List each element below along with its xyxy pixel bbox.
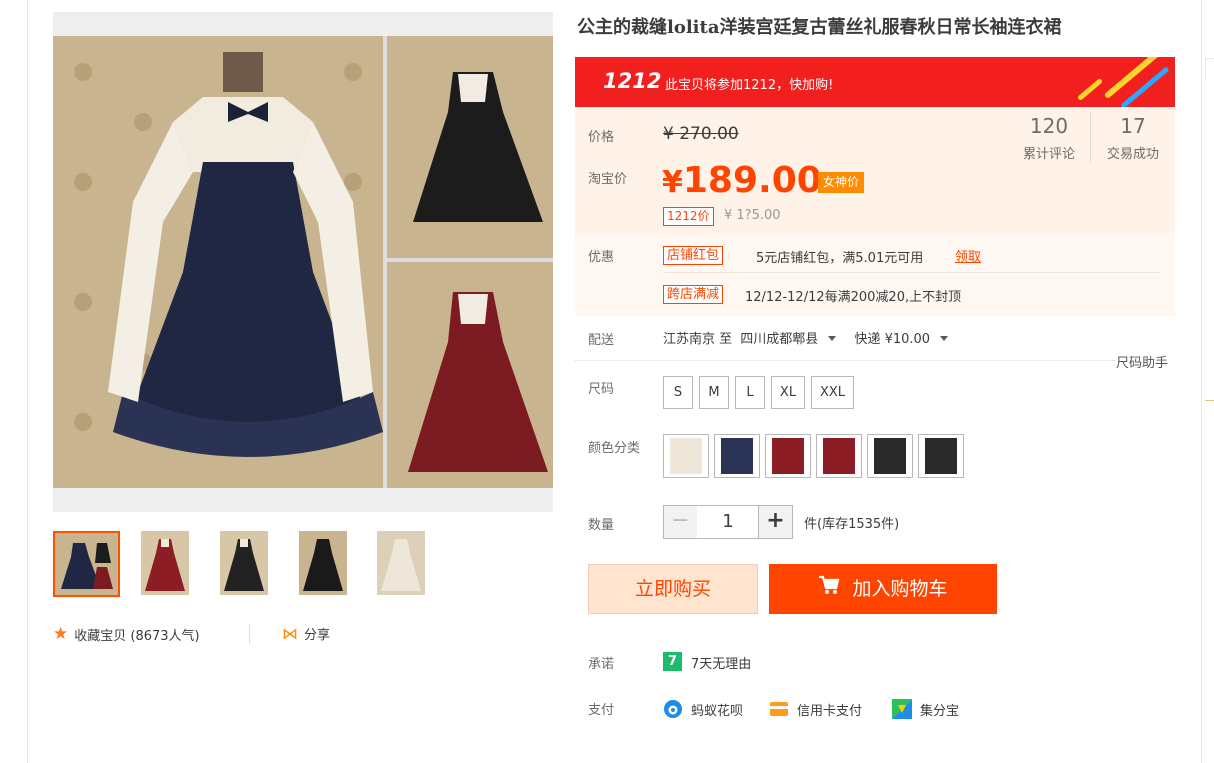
payment-credit-card-label: 信用卡支付 <box>797 703 863 719</box>
thumbnail-1[interactable] <box>53 531 120 597</box>
payment-credit-card[interactable]: 信用卡支付 <box>769 699 862 719</box>
seven-day-return-icon: 7 <box>663 652 682 671</box>
cross-store-tag: 跨店满减 <box>663 285 724 304</box>
payment-jifenbao[interactable]: 集分宝 <box>892 699 959 719</box>
coupon-tag: 店铺红包 <box>663 246 724 265</box>
thumbnail-5[interactable] <box>377 531 444 597</box>
currency-symbol: ¥ <box>662 165 683 200</box>
page-border-left <box>27 0 28 763</box>
share-icon: ⋈ <box>282 624 298 643</box>
quantity-label: 数量 <box>588 518 615 533</box>
color-option-2[interactable] <box>714 434 760 478</box>
dotted-divider <box>575 360 1115 361</box>
quantity-increase-button[interactable]: + <box>758 505 793 539</box>
color-option-4[interactable] <box>816 434 862 478</box>
color-swatch <box>925 438 957 474</box>
banner-decoration <box>1076 77 1104 102</box>
current-price: ¥189.00 <box>662 160 822 201</box>
main-product-image[interactable] <box>53 12 553 512</box>
quantity-input[interactable]: 1 <box>697 505 759 539</box>
side-panel-edge-accent <box>1205 400 1214 401</box>
color-swatch <box>772 438 804 474</box>
size-option-xxl[interactable]: XXL <box>811 376 854 409</box>
banner-logo: 1212 <box>603 69 662 93</box>
promise-label: 承诺 <box>588 657 615 672</box>
quantity-decrease-button[interactable]: − <box>663 505 698 539</box>
divider <box>249 624 250 644</box>
color-swatch <box>874 438 906 474</box>
size-option-s[interactable]: S <box>663 376 693 409</box>
ship-destination-select[interactable]: 四川成都郫县 <box>740 332 846 347</box>
thumbnail-3[interactable] <box>220 531 287 597</box>
stats-divider <box>1090 112 1091 162</box>
coupon-text: 5元店铺红包，满5.01元可用 <box>756 251 924 266</box>
promotions-label: 优惠 <box>588 250 615 265</box>
payment-huabei-label: 蚂蚁花呗 <box>691 703 744 719</box>
deals-label: 交易成功 <box>1106 147 1159 162</box>
promo-price-tag: 1212价 <box>663 207 714 226</box>
thumbnail-2[interactable] <box>141 531 208 597</box>
price-label: 价格 <box>588 130 615 145</box>
ship-from: 江苏南京 至 <box>663 332 733 347</box>
color-swatch <box>670 438 702 474</box>
size-helper-link[interactable]: 尺码助手 <box>1116 352 1168 371</box>
deals-count: 17 <box>1120 114 1146 138</box>
color-label: 颜色分类 <box>588 441 641 456</box>
cross-store-text: 12/12-12/12每满200减20,上不封顶 <box>745 290 962 305</box>
jifenbao-icon <box>892 699 912 719</box>
color-swatch <box>823 438 855 474</box>
current-price-value: 189.00 <box>682 160 822 201</box>
original-price: ¥ 270.00 <box>663 124 739 144</box>
color-option-1[interactable] <box>663 434 709 478</box>
ship-method: 快递 ¥10.00 <box>854 332 931 347</box>
shipping-label: 配送 <box>588 333 615 348</box>
payment-label: 支付 <box>588 703 615 718</box>
star-icon: ★ <box>53 624 69 644</box>
payment-huabei[interactable]: 蚂蚁花呗 <box>663 699 743 719</box>
banner-decoration <box>1120 66 1170 107</box>
add-to-cart-label: 加入购物车 <box>852 578 948 600</box>
ship-method-select[interactable]: 快递 ¥10.00 <box>854 332 958 347</box>
payment-jifenbao-label: 集分宝 <box>920 703 960 719</box>
color-option-3[interactable] <box>765 434 811 478</box>
share-button[interactable]: ⋈ 分享 <box>282 624 330 643</box>
reviews-count[interactable]: 120 <box>1014 114 1084 138</box>
ship-destination: 四川成都郫县 <box>740 332 819 347</box>
promo-price: ¥ 1?5.00 <box>724 208 781 223</box>
share-label: 分享 <box>304 628 331 643</box>
huabei-icon <box>663 699 683 719</box>
add-to-cart-button[interactable]: 加入购物车 <box>769 564 997 614</box>
chevron-down-icon <box>828 336 837 341</box>
favorite-label: 收藏宝贝 (8673人气) <box>74 628 200 644</box>
stock-info: 件(库存1535件) <box>804 517 900 532</box>
claim-coupon-link[interactable]: 领取 <box>955 246 981 265</box>
color-option-5[interactable] <box>867 434 913 478</box>
promo-banner[interactable]: 1212 此宝贝将参加1212，快加购! <box>575 57 1175 107</box>
thumbnail-4[interactable] <box>299 531 366 597</box>
size-label: 尺码 <box>588 382 615 397</box>
goddess-price-tag: 女神价 <box>818 172 865 193</box>
buy-now-button[interactable]: 立即购买 <box>588 564 758 614</box>
product-title: 公主的裁缝lolita洋装宫廷复古蕾丝礼服春秋日常长袖连衣裙 <box>577 17 1062 38</box>
cart-icon <box>818 564 840 614</box>
banner-message: 此宝贝将参加1212，快加购! <box>665 78 834 93</box>
side-panel-edge <box>1205 58 1214 80</box>
reviews-label[interactable]: 累计评论 <box>1014 143 1084 162</box>
taobao-price-label: 淘宝价 <box>588 172 628 187</box>
size-option-l[interactable]: L <box>735 376 765 409</box>
size-option-m[interactable]: M <box>699 376 729 409</box>
credit-card-icon <box>769 699 789 719</box>
page-border-right <box>1201 0 1202 763</box>
shipping-info: 江苏南京 至 四川成都郫县 快递 ¥10.00 <box>663 328 962 347</box>
favorite-button[interactable]: ★ 收藏宝贝 (8673人气) <box>53 624 200 644</box>
chevron-down-icon <box>940 336 949 341</box>
size-option-xl[interactable]: XL <box>771 376 805 409</box>
color-option-6[interactable] <box>918 434 964 478</box>
promise-text[interactable]: 7天无理由 <box>691 653 751 672</box>
color-swatch <box>721 438 753 474</box>
promo-divider <box>663 272 1160 273</box>
